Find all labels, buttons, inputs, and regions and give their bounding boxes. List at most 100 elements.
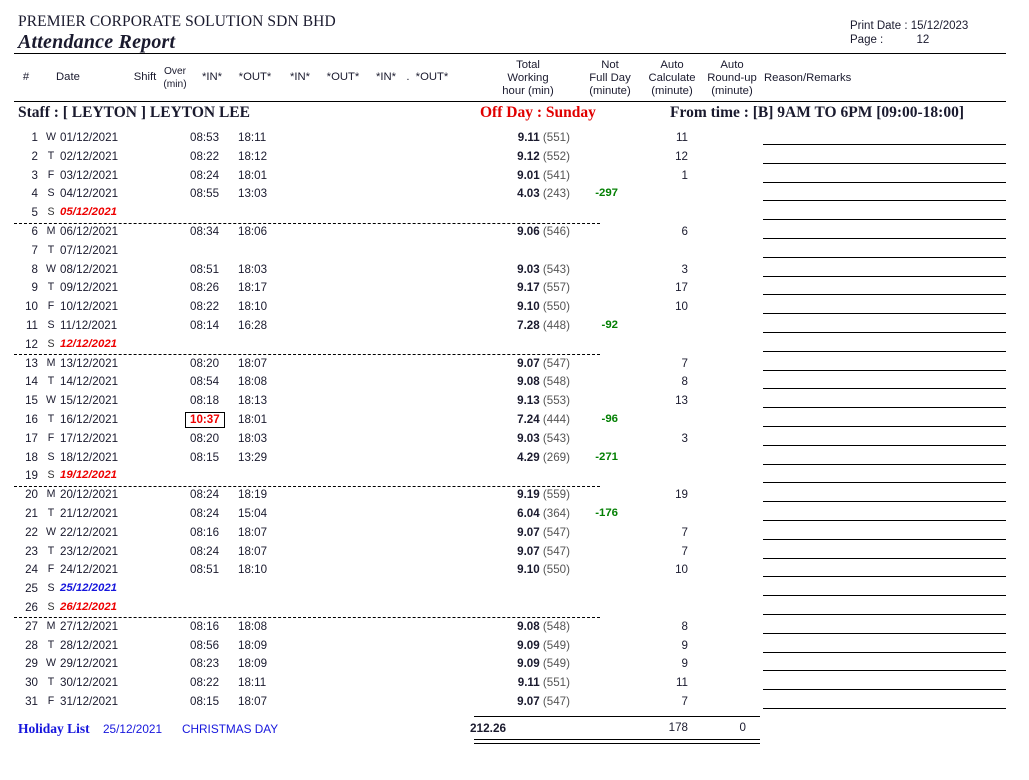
row-number: 11 <box>25 318 38 332</box>
row-date: 30/12/2021 <box>60 676 119 690</box>
row-number: 28 <box>25 638 38 652</box>
row-total-hours: 6.04 <box>517 506 540 520</box>
row-number: 6 <box>31 224 38 238</box>
row-remark-line <box>763 331 1006 333</box>
row-remark-line <box>763 689 1006 691</box>
row-number: 4 <box>31 187 38 201</box>
header-divider-top <box>14 53 1006 54</box>
row-out-1: 13:29 <box>238 450 268 464</box>
row-day-of-week: W <box>46 657 56 670</box>
row-total-hours: 9.09 <box>517 638 540 652</box>
row-out-1: 18:06 <box>238 224 268 238</box>
row-total-working-hour: 9.09 (549) <box>470 657 570 670</box>
row-remark-line <box>763 294 1006 296</box>
row-total-working-hour: 4.29 (269) <box>470 451 570 464</box>
row-auto-calculate: 17 <box>675 281 688 295</box>
row-auto-calculate: 8 <box>681 619 688 633</box>
row-number: 23 <box>25 544 38 558</box>
row-total-working-hour: 9.12 (552) <box>470 150 570 163</box>
row-auto-calculate: 8 <box>681 375 688 389</box>
row-out-1: 18:03 <box>238 262 268 276</box>
row-date: 16/12/2021 <box>60 412 119 426</box>
row-total-minutes: (448) <box>539 318 570 332</box>
table-row: 15 W 15/12/2021 08:18 18:13 9.13 (553) 13 <box>0 393 1029 412</box>
row-not-full-day: -176 <box>595 506 618 519</box>
row-total-hours: 9.01 <box>517 168 540 182</box>
row-date: 12/12/2021 <box>60 337 118 350</box>
row-total-minutes: (444) <box>539 412 570 426</box>
row-remark-line <box>763 613 1006 615</box>
row-total-hours: 9.10 <box>517 563 540 577</box>
row-total-minutes: (551) <box>539 131 570 144</box>
row-out-1: 18:07 <box>238 525 268 539</box>
row-total-hours: 7.28 <box>517 318 540 332</box>
staff-summary-bar: Staff : [ LEYTON ] LEYTON LEE Off Day : … <box>0 104 1029 124</box>
table-row: 26 S 26/12/2021 <box>0 600 1029 619</box>
row-auto-calculate: 13 <box>675 394 688 408</box>
table-row: 11 S 11/12/2021 08:14 16:28 7.28 (448) -92 <box>0 318 1029 337</box>
row-total-hours: 9.08 <box>517 619 540 633</box>
row-day-of-week: S <box>47 582 55 595</box>
row-remark-line <box>763 200 1006 202</box>
row-in-1: 08:22 <box>190 300 220 314</box>
print-date-label: Print Date : <box>850 20 908 32</box>
row-total-minutes: (543) <box>539 431 570 445</box>
row-day-of-week: S <box>47 600 55 613</box>
row-in-1: 08:26 <box>190 281 220 295</box>
row-number: 25 <box>25 582 38 596</box>
totals-divider-bottom-1 <box>474 739 760 740</box>
row-total-working-hour: 9.11 (551) <box>470 131 570 144</box>
row-date: 20/12/2021 <box>60 488 119 502</box>
page-title: Attendance Report <box>18 31 176 53</box>
row-total-minutes: (547) <box>539 694 570 708</box>
total-auto-roundup: 0 <box>739 721 746 734</box>
holiday-list-date: 25/12/2021 <box>103 722 163 736</box>
row-in-1: 08:16 <box>190 619 220 633</box>
row-out-1: 18:09 <box>238 638 268 652</box>
row-date: 22/12/2021 <box>60 525 119 539</box>
row-total-working-hour: 9.11 (551) <box>470 676 570 689</box>
table-row: 5 S 05/12/2021 <box>0 205 1029 224</box>
row-in-1: 08:51 <box>190 262 220 276</box>
row-number: 14 <box>25 375 38 389</box>
row-day-of-week: W <box>46 262 56 275</box>
col-header-shift: Shift <box>133 71 157 83</box>
row-total-working-hour: 9.07 (547) <box>470 526 570 539</box>
row-in-1: 08:20 <box>190 356 220 370</box>
col-header-in1: *IN* <box>201 71 223 83</box>
row-total-hours: 9.11 <box>517 676 540 690</box>
row-out-1: 15:04 <box>238 506 268 520</box>
table-row: 31 F 31/12/2021 08:15 18:07 9.07 (547) 7 <box>0 694 1029 713</box>
row-remark-line <box>763 632 1006 634</box>
attendance-rows: 1 W 01/12/2021 08:53 18:11 9.11 (551) 11 2 T 02/1… <box>0 130 1029 713</box>
row-remark-line <box>763 256 1006 258</box>
staff-name: Staff : [ LEYTON ] LEYTON LEE <box>18 104 250 121</box>
row-out-1: 18:03 <box>238 431 268 445</box>
row-remark-line <box>763 388 1006 390</box>
table-row: 14 T 14/12/2021 08:54 18:08 9.08 (548) 8 <box>0 374 1029 393</box>
row-day-of-week: S <box>47 337 55 350</box>
table-row: 25 S 25/12/2021 <box>0 581 1029 600</box>
row-number: 17 <box>25 431 38 445</box>
col-header-total-line2: Working <box>507 72 549 84</box>
row-date: 04/12/2021 <box>60 187 119 201</box>
row-auto-calculate: 7 <box>681 525 688 539</box>
row-total-working-hour: 9.08 (548) <box>470 375 570 388</box>
row-total-working-hour: 9.01 (541) <box>470 169 570 182</box>
row-in-1: 08:24 <box>190 544 220 558</box>
table-row: 12 S 12/12/2021 <box>0 337 1029 356</box>
row-number: 31 <box>25 694 38 708</box>
row-number: 10 <box>25 300 38 314</box>
row-date: 25/12/2021 <box>60 582 118 595</box>
row-day-of-week: S <box>47 450 55 463</box>
row-date: 18/12/2021 <box>60 450 119 464</box>
row-date: 13/12/2021 <box>60 356 119 370</box>
row-total-working-hour: 9.19 (559) <box>470 488 570 501</box>
row-number: 15 <box>25 394 38 408</box>
row-day-of-week: T <box>47 149 55 162</box>
table-row: 18 S 18/12/2021 08:15 13:29 4.29 (269) -271 <box>0 450 1029 469</box>
row-in-1: 08:51 <box>190 563 220 577</box>
row-number: 21 <box>25 506 38 520</box>
row-number: 24 <box>25 563 38 577</box>
row-number: 26 <box>25 600 38 614</box>
